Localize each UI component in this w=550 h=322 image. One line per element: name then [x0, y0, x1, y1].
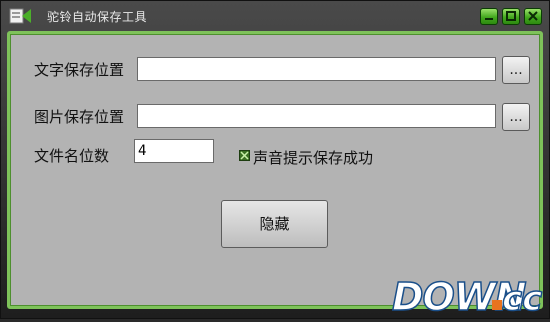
browse-text-path-button[interactable]: ...: [502, 56, 530, 84]
text-save-path-field[interactable]: [137, 57, 496, 81]
sound-checkbox[interactable]: [239, 150, 250, 161]
minimize-button[interactable]: [480, 8, 498, 25]
app-icon: [9, 7, 33, 25]
main-panel: 文字保存位置 ... 图片保存位置 ... 文件名位数 4 声音提示保存成功 隐…: [7, 31, 543, 309]
down-cc-watermark-logo: DOWN cc: [388, 270, 548, 320]
filename-digits-input[interactable]: 4: [134, 139, 214, 163]
window-title: 驼铃自动保存工具: [47, 10, 148, 24]
title-bar[interactable]: 驼铃自动保存工具: [1, 1, 550, 31]
maximize-button[interactable]: [502, 8, 520, 25]
svg-text:cc: cc: [502, 279, 542, 318]
image-save-path-field[interactable]: [137, 104, 496, 128]
hide-button[interactable]: 隐藏: [221, 200, 328, 248]
filename-digits-label: 文件名位数: [34, 147, 110, 165]
text-save-label: 文字保存位置: [34, 61, 125, 79]
browse-image-path-button[interactable]: ...: [502, 103, 530, 131]
image-save-label: 图片保存位置: [34, 108, 125, 126]
sound-checkbox-label[interactable]: 声音提示保存成功: [253, 147, 373, 168]
app-window: 驼铃自动保存工具 文字保存位置 ... 图片保存位置 ... 文件名位数 4 声…: [0, 0, 550, 320]
close-button[interactable]: [524, 8, 542, 25]
